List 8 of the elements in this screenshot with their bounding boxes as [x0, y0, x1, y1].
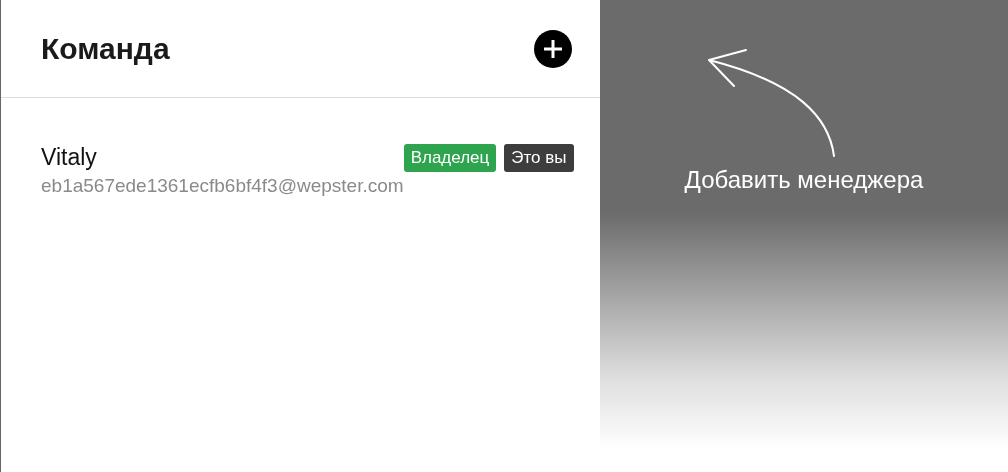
- panel-title: Команда: [41, 31, 170, 66]
- member-name: Vitaly: [41, 144, 98, 171]
- plus-icon: [543, 38, 563, 59]
- hint-text: Добавить менеджера: [684, 166, 924, 194]
- member-email: eb1a567ede1361ecfb6bf4f3@wepster.com: [41, 175, 404, 197]
- role-badge: Это вы: [504, 144, 574, 172]
- add-button[interactable]: [534, 29, 572, 68]
- role-badge: Владелец: [403, 144, 497, 172]
